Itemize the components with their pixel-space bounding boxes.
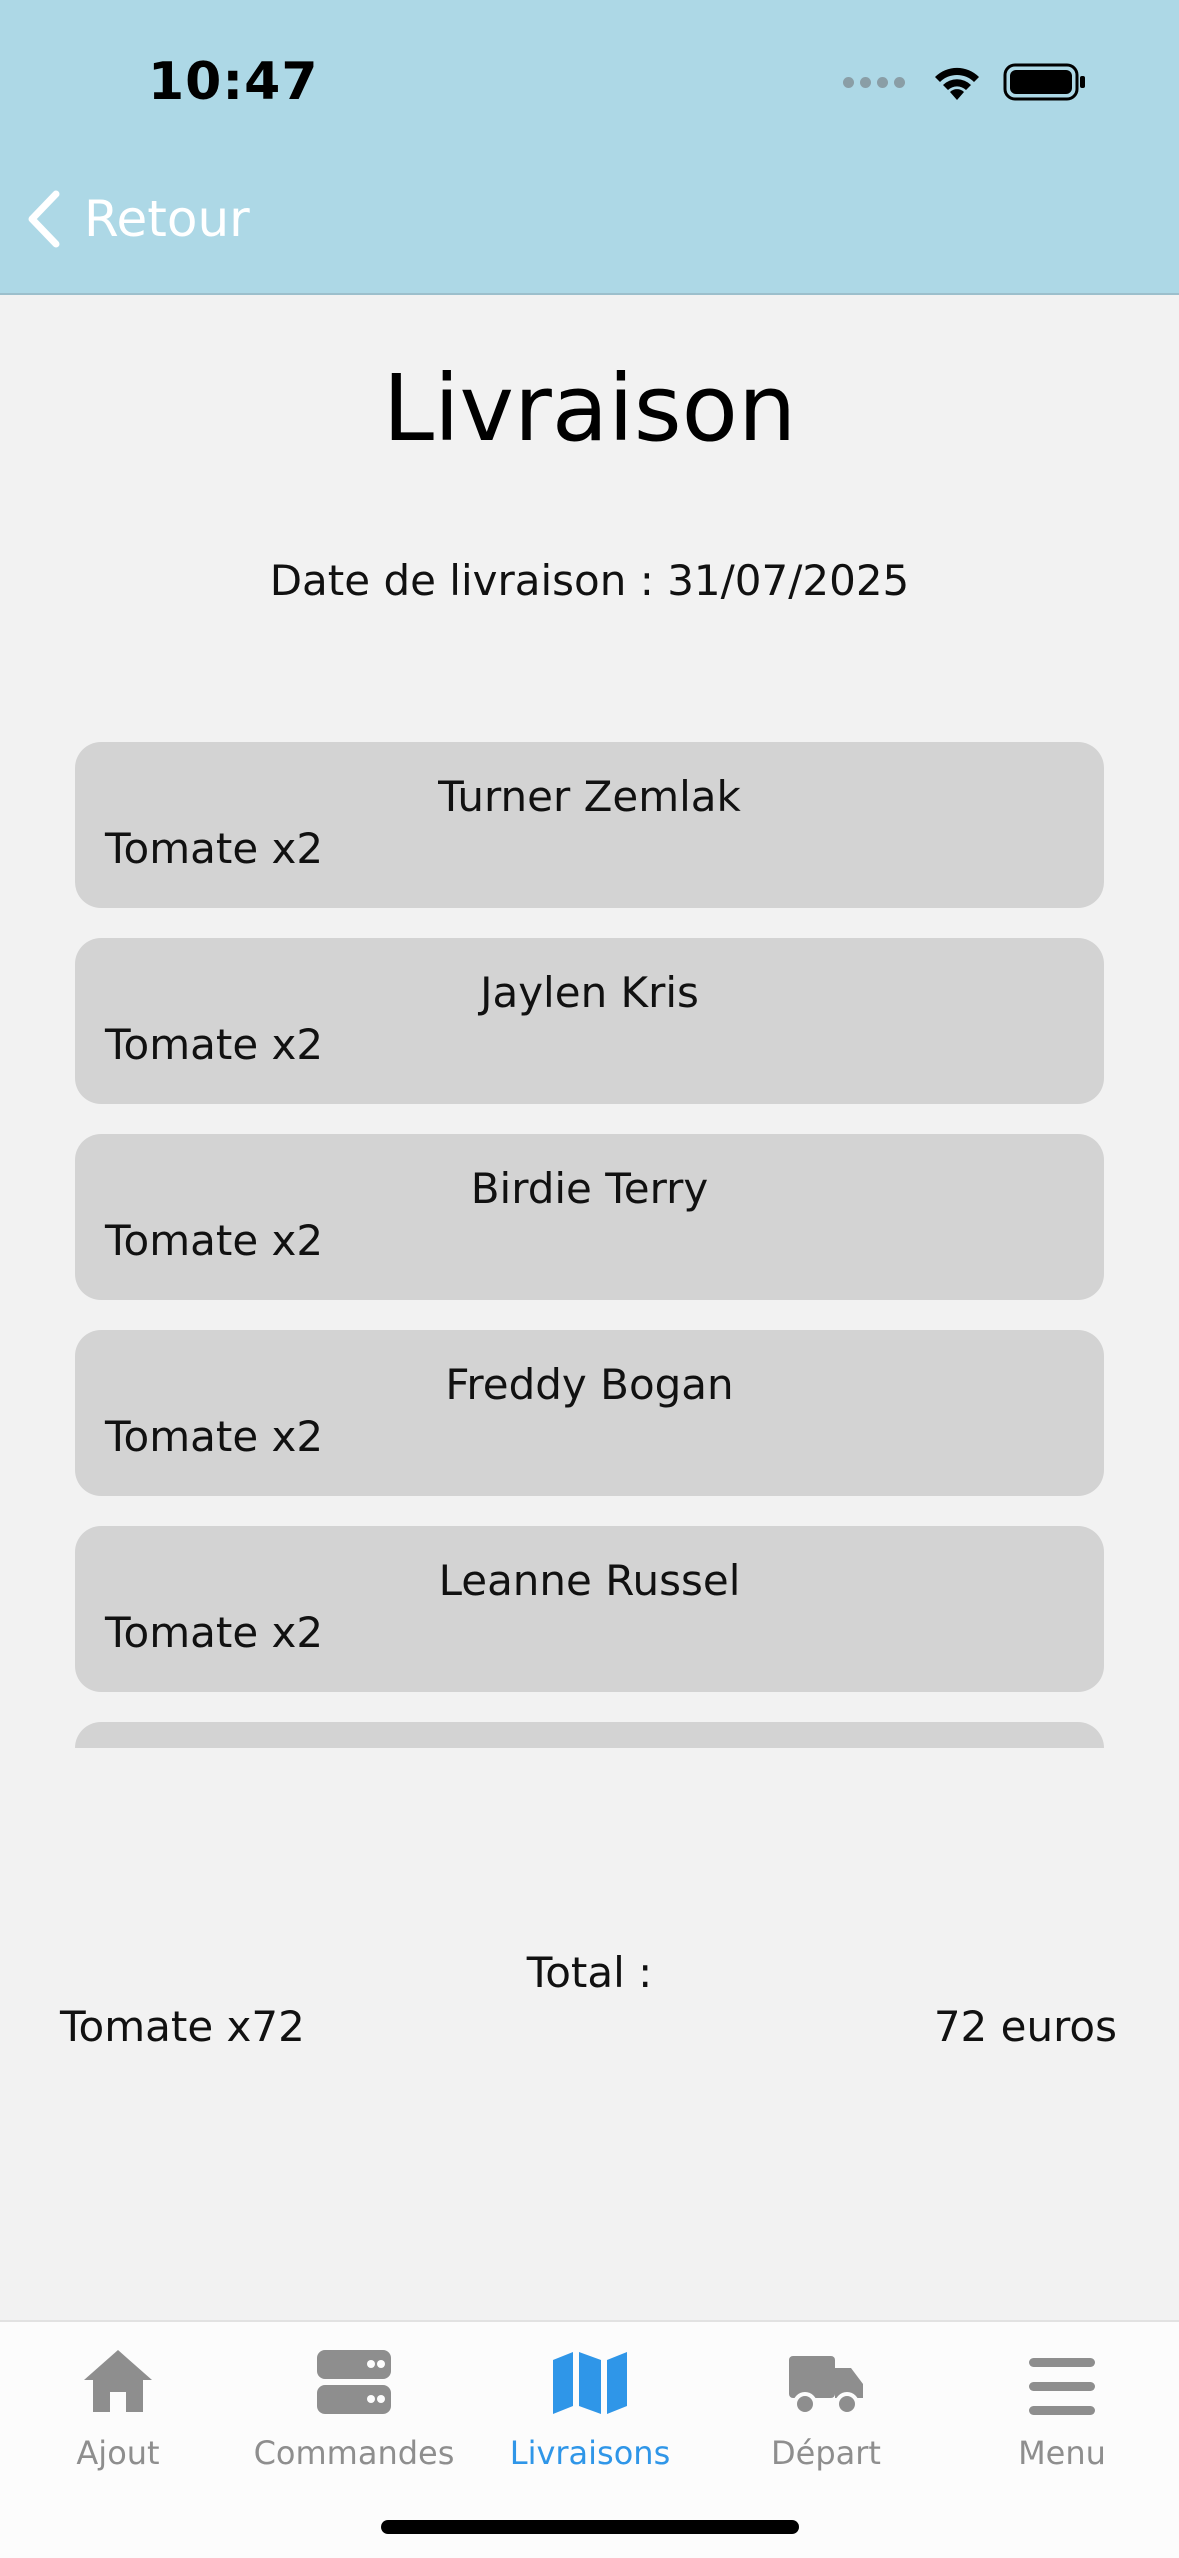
total-price: 72 euros bbox=[933, 2002, 1117, 2051]
back-label: Retour bbox=[84, 190, 250, 248]
tab-menu[interactable]: Menu bbox=[944, 2322, 1179, 2472]
status-icons bbox=[843, 62, 1087, 102]
cellular-signal-icon bbox=[843, 76, 905, 88]
delivery-card[interactable]: Freddy Bogan Tomate x2 bbox=[75, 1330, 1104, 1496]
tab-label: Menu bbox=[1018, 2434, 1106, 2472]
total-item: Tomate x72 bbox=[60, 2002, 305, 2051]
delivery-card[interactable] bbox=[75, 1722, 1104, 1748]
map-icon bbox=[553, 2352, 627, 2414]
tab-commandes[interactable]: Commandes bbox=[236, 2322, 472, 2472]
delivery-date: Date de livraison : 31/07/2025 bbox=[269, 556, 910, 605]
customer-name: Turner Zemlak bbox=[438, 772, 741, 821]
tab-label: Livraisons bbox=[509, 2434, 671, 2472]
tab-label: Départ bbox=[771, 2434, 881, 2472]
header: 10:47 Retour bbox=[0, 0, 1179, 295]
customer-name: Freddy Bogan bbox=[445, 1360, 734, 1409]
customer-name: Leanne Russel bbox=[438, 1556, 741, 1605]
customer-name: Jaylen Kris bbox=[480, 968, 699, 1017]
page-title: Livraison bbox=[382, 355, 797, 462]
tab-livraisons[interactable]: Livraisons bbox=[472, 2322, 708, 2472]
order-item: Tomate x2 bbox=[105, 1020, 324, 1069]
order-item: Tomate x2 bbox=[105, 824, 324, 873]
battery-icon bbox=[1003, 63, 1085, 101]
back-button[interactable]: Retour bbox=[26, 190, 250, 248]
tab-label: Commandes bbox=[253, 2434, 455, 2472]
home-icon bbox=[84, 2350, 152, 2412]
customer-name: Birdie Terry bbox=[470, 1164, 709, 1213]
delivery-list[interactable]: Turner Zemlak Tomate x2 Jaylen Kris Toma… bbox=[75, 742, 1104, 1748]
delivery-card[interactable]: Turner Zemlak Tomate x2 bbox=[75, 742, 1104, 908]
delivery-card[interactable]: Leanne Russel Tomate x2 bbox=[75, 1526, 1104, 1692]
order-item: Tomate x2 bbox=[105, 1216, 324, 1265]
order-item: Tomate x2 bbox=[105, 1608, 324, 1657]
server-icon bbox=[317, 2350, 391, 2414]
home-indicator bbox=[381, 2520, 799, 2534]
total-label: Total : bbox=[526, 1948, 653, 1997]
menu-icon bbox=[1029, 2358, 1095, 2415]
tab-ajout[interactable]: Ajout bbox=[0, 2322, 236, 2472]
tab-depart[interactable]: Départ bbox=[708, 2322, 944, 2472]
tab-label: Ajout bbox=[76, 2434, 160, 2472]
truck-icon bbox=[789, 2356, 863, 2416]
chevron-left-icon bbox=[28, 190, 60, 248]
wifi-icon bbox=[935, 67, 979, 100]
delivery-card[interactable]: Jaylen Kris Tomate x2 bbox=[75, 938, 1104, 1104]
order-item: Tomate x2 bbox=[105, 1412, 324, 1461]
delivery-card[interactable]: Birdie Terry Tomate x2 bbox=[75, 1134, 1104, 1300]
status-time: 10:47 bbox=[148, 52, 319, 112]
